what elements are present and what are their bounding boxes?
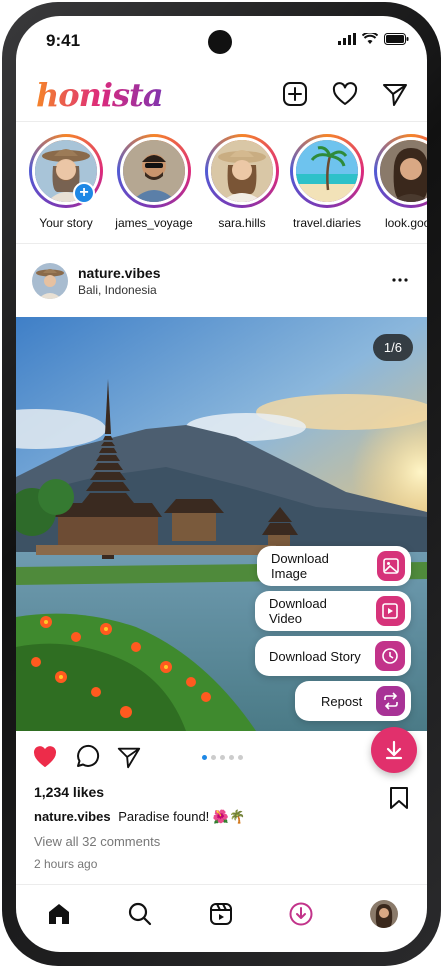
download-image-label: Download Image (271, 551, 329, 581)
image-counter: 1/6 (372, 334, 413, 361)
story-name: sara.hills (218, 216, 266, 230)
story-item[interactable]: travel.diaries (284, 134, 370, 230)
story-icon (374, 641, 405, 671)
carousel-dot (229, 755, 234, 760)
repost-label: Repost (321, 693, 363, 709)
post-actions (16, 741, 427, 781)
post-username[interactable]: nature.vibes (78, 265, 160, 281)
post-timestamp: 2 hours ago (34, 857, 98, 871)
top-bar: honista (16, 68, 427, 122)
repost-button[interactable]: Repost (295, 681, 411, 721)
download-story-label: Download Story (269, 648, 361, 664)
bottom-nav (16, 884, 427, 952)
story-name: james_voyage (115, 216, 193, 230)
story-item[interactable]: james_voyage (111, 134, 197, 230)
heart-icon[interactable] (331, 80, 359, 108)
download-video-label: Download Video (269, 596, 327, 626)
video-icon (375, 596, 405, 626)
downloads-tab-icon[interactable] (288, 901, 314, 927)
add-story-icon[interactable]: + (73, 182, 95, 204)
search-icon[interactable] (127, 901, 153, 927)
story-name: travel.diaries (292, 216, 362, 230)
reels-icon[interactable] (208, 901, 234, 927)
post-location[interactable]: Bali, Indonesia (78, 283, 157, 297)
post-header: nature.vibes Bali, Indonesia (16, 261, 427, 313)
wifi-icon (362, 33, 378, 44)
avatar (120, 137, 188, 205)
app-logo: honista (36, 76, 164, 114)
add-post-icon[interactable] (281, 80, 309, 108)
status-time: 9:41 (46, 31, 81, 50)
avatar (377, 137, 427, 205)
top-actions (281, 80, 409, 108)
carousel-dot (211, 755, 216, 760)
bookmark-icon[interactable] (388, 786, 410, 810)
more-options-icon[interactable] (391, 271, 409, 294)
carousel-dot (220, 755, 225, 760)
status-icons (338, 33, 409, 45)
story-item[interactable]: look.good (368, 134, 427, 230)
signal-icon (338, 33, 356, 45)
avatar (293, 137, 361, 205)
story-item[interactable]: + Your story (23, 134, 109, 230)
view-comments-link[interactable]: View all 32 comments (34, 834, 160, 849)
share-icon[interactable] (116, 744, 142, 770)
image-icon (376, 551, 405, 581)
story-name: Your story (39, 216, 93, 230)
app-screen: 9:41 honista + Your story james_voyage s… (16, 16, 427, 952)
carousel-dot (238, 755, 243, 760)
send-icon[interactable] (381, 80, 409, 108)
avatar[interactable] (32, 263, 68, 299)
story-item[interactable]: sara.hills (199, 134, 285, 230)
download-image-button[interactable]: Download Image (257, 546, 411, 586)
carousel-dots (202, 755, 243, 760)
post-caption: nature.vibes Paradise found! 🌺🌴 (34, 809, 245, 825)
profile-avatar[interactable] (370, 900, 398, 928)
carousel-dot (202, 755, 207, 760)
likes-count[interactable]: 1,234 likes (34, 784, 104, 800)
avatar (208, 137, 276, 205)
stories-row: + Your story james_voyage sara.hills tra… (16, 134, 427, 244)
caption-text: Paradise found! 🌺🌴 (118, 809, 246, 824)
repost-icon (376, 686, 405, 716)
home-icon[interactable] (46, 901, 72, 927)
status-bar: 9:41 (16, 16, 427, 66)
comment-icon[interactable] (74, 744, 100, 770)
battery-icon (384, 33, 409, 45)
front-camera (208, 30, 232, 54)
like-heart-icon[interactable] (32, 744, 58, 770)
download-story-button[interactable]: Download Story (255, 636, 411, 676)
story-name: look.good (384, 216, 427, 230)
download-video-button[interactable]: Download Video (255, 591, 411, 631)
phone-frame: 9:41 honista + Your story james_voyage s… (2, 2, 441, 966)
caption-username[interactable]: nature.vibes (34, 809, 111, 824)
